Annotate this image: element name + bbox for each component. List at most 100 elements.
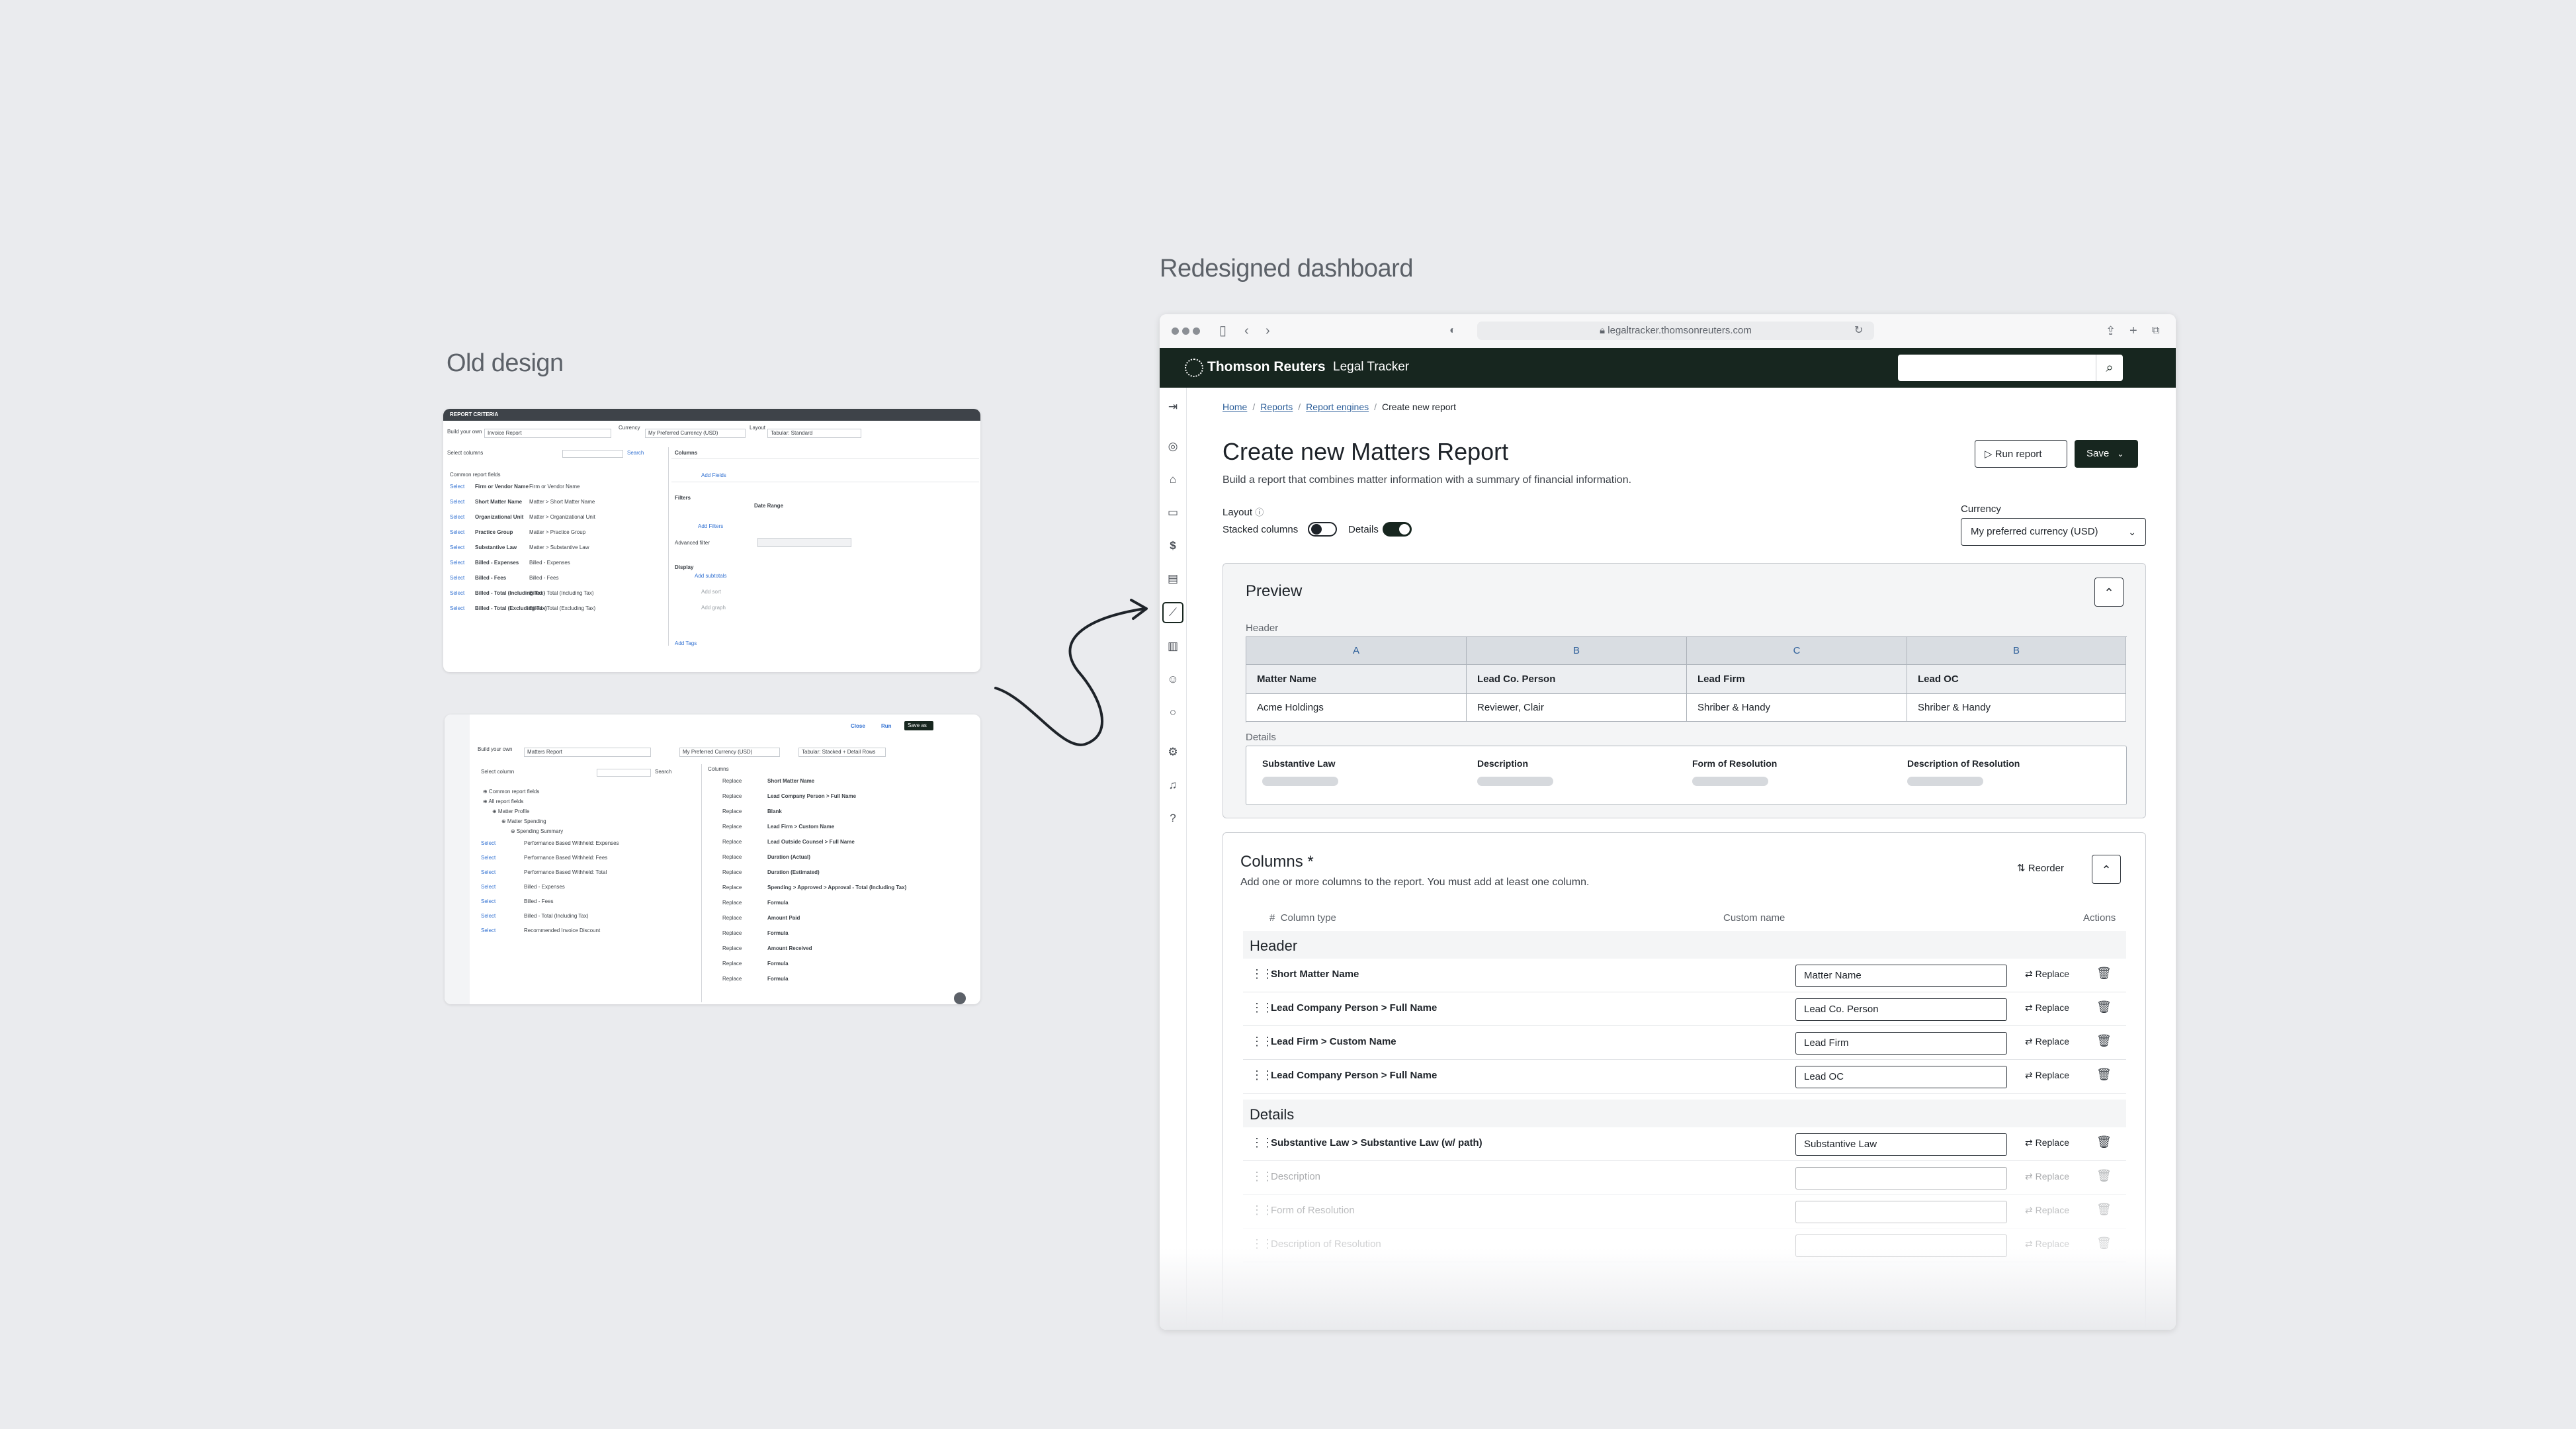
old2-replace-link[interactable]: Replace bbox=[722, 930, 742, 937]
old-run-button[interactable]: Run bbox=[881, 723, 892, 730]
reorder-button[interactable]: ⇅ Reorder bbox=[2017, 862, 2064, 874]
replace-button[interactable]: ⇄ Replace bbox=[2025, 1070, 2069, 1081]
old2-search-input[interactable] bbox=[597, 769, 651, 777]
run-report-button[interactable]: ▷ Run report bbox=[1975, 440, 2067, 468]
info-icon[interactable]: ⓘ bbox=[1255, 507, 1264, 517]
search-icon[interactable]: ⌕ bbox=[2096, 355, 2123, 381]
circle-icon[interactable]: ○ bbox=[1164, 703, 1182, 722]
currency-select[interactable]: My preferred currency (USD) ⌄ bbox=[1961, 518, 2146, 546]
home-icon[interactable]: ⌂ bbox=[1164, 470, 1182, 489]
old-search-input[interactable] bbox=[562, 450, 623, 458]
old2-tree-item[interactable]: ⊕ Matter Profile bbox=[492, 808, 530, 815]
old2-currency-select[interactable]: My Preferred Currency (USD) bbox=[683, 749, 752, 756]
trash-icon[interactable]: 🗑︎ bbox=[2096, 967, 2112, 980]
back-icon[interactable]: ‹ bbox=[1244, 323, 1249, 339]
help-icon[interactable]: ? bbox=[1164, 809, 1182, 828]
old2-search-link[interactable]: Search bbox=[655, 769, 671, 775]
old2-replace-link[interactable]: Replace bbox=[722, 793, 742, 800]
old-add-subtotals[interactable]: Add subtotals bbox=[695, 573, 726, 580]
bell-icon[interactable]: ♫ bbox=[1164, 776, 1182, 795]
old2-replace-link[interactable]: Replace bbox=[722, 824, 742, 830]
replace-button[interactable]: ⇄ Replace bbox=[2025, 1002, 2069, 1014]
old-select-link[interactable]: Select bbox=[450, 544, 464, 551]
old2-replace-link[interactable]: Replace bbox=[722, 885, 742, 891]
old2-replace-link[interactable]: Replace bbox=[722, 808, 742, 815]
old2-select-link[interactable]: Select bbox=[481, 855, 495, 861]
global-search-input[interactable]: ⌕ bbox=[1898, 355, 2123, 381]
save-button[interactable]: Save ⌄ bbox=[2075, 440, 2138, 468]
trash-icon[interactable]: 🗑︎ bbox=[2096, 1135, 2112, 1149]
old-advanced-input[interactable] bbox=[757, 538, 851, 547]
brand-name[interactable]: Thomson Reuters bbox=[1207, 359, 1326, 375]
old2-select-link[interactable]: Select bbox=[481, 840, 495, 847]
custom-name-input[interactable]: Lead Co. Person bbox=[1795, 998, 2007, 1021]
reload-icon[interactable]: ↻ bbox=[1854, 323, 1863, 339]
old-currency-select[interactable]: My Preferred Currency (USD) bbox=[648, 430, 718, 437]
drag-handle-icon[interactable]: ⋮⋮ bbox=[1251, 1068, 1273, 1082]
expand-nav-icon[interactable]: ⇥ bbox=[1164, 398, 1182, 416]
old-save-as-button[interactable]: Save as bbox=[908, 722, 927, 729]
url-bar[interactable]: 🔒︎ legaltracker.thomsonreuters.com bbox=[1477, 322, 1874, 340]
share-icon[interactable]: ⇪ bbox=[2106, 323, 2116, 339]
details-toggle[interactable] bbox=[1383, 522, 1412, 537]
replace-button[interactable]: ⇄ Replace bbox=[2025, 969, 2069, 980]
old-layout-select[interactable]: Tabular: Standard bbox=[771, 430, 812, 437]
trash-icon[interactable]: 🗑︎ bbox=[2096, 1068, 2112, 1082]
old2-select-link[interactable]: Select bbox=[481, 898, 495, 905]
old2-layout-select[interactable]: Tabular: Stacked + Detail Rows bbox=[802, 749, 875, 756]
sidebar-toggle-icon[interactable]: ▯ bbox=[1219, 323, 1226, 339]
old-select-link[interactable]: Select bbox=[450, 590, 464, 597]
forward-icon[interactable]: › bbox=[1266, 323, 1270, 339]
old-select-link[interactable]: Select bbox=[450, 499, 464, 505]
old2-select-link[interactable]: Select bbox=[481, 913, 495, 920]
old2-tree-item[interactable]: ⊕ Matter Spending bbox=[501, 818, 546, 825]
building-icon[interactable]: ▥ bbox=[1164, 637, 1182, 656]
old2-replace-link[interactable]: Replace bbox=[722, 961, 742, 967]
old2-replace-link[interactable]: Replace bbox=[722, 915, 742, 922]
breadcrumb-report-engines[interactable]: Report engines bbox=[1306, 402, 1369, 412]
old-select-link[interactable]: Select bbox=[450, 605, 464, 612]
drag-handle-icon[interactable]: ⋮⋮ bbox=[1251, 1035, 1273, 1049]
old2-replace-link[interactable]: Replace bbox=[722, 854, 742, 861]
old-select-link[interactable]: Select bbox=[450, 560, 464, 566]
replace-button[interactable]: ⇄ Replace bbox=[2025, 1036, 2069, 1047]
profile-icon[interactable]: ◎ bbox=[1164, 437, 1182, 456]
custom-name-input[interactable]: Lead Firm bbox=[1795, 1032, 2007, 1055]
old-add-fields[interactable]: Add Fields bbox=[701, 472, 726, 479]
old2-replace-link[interactable]: Replace bbox=[722, 900, 742, 906]
old2-tree-item[interactable]: ⊕ All report fields bbox=[483, 799, 523, 805]
old2-replace-link[interactable]: Replace bbox=[722, 945, 742, 952]
old-add-sort[interactable]: Add sort bbox=[701, 589, 721, 595]
old2-report-select[interactable]: Matters Report bbox=[527, 749, 562, 756]
old-add-filters[interactable]: Add Filters bbox=[698, 523, 723, 530]
window-maximize-dot[interactable] bbox=[1193, 327, 1200, 335]
old-select-link[interactable]: Select bbox=[450, 484, 464, 490]
drag-handle-icon[interactable]: ⋮⋮ bbox=[1251, 1001, 1273, 1015]
old-select-link[interactable]: Select bbox=[450, 575, 464, 582]
old-search-link[interactable]: Search bbox=[627, 450, 644, 456]
trash-icon[interactable]: 🗑︎ bbox=[2096, 1000, 2112, 1014]
old2-replace-link[interactable]: Replace bbox=[722, 839, 742, 845]
collapse-columns-button[interactable]: ⌃ bbox=[2092, 855, 2121, 884]
custom-name-input[interactable]: Matter Name bbox=[1795, 965, 2007, 987]
old2-select-link[interactable]: Select bbox=[481, 884, 495, 890]
old2-select-link[interactable]: Select bbox=[481, 869, 495, 876]
briefcase-icon[interactable]: ▭ bbox=[1164, 503, 1182, 522]
people-icon[interactable]: ☺ bbox=[1164, 670, 1182, 689]
window-close-dot[interactable] bbox=[1172, 327, 1179, 335]
old-select-link[interactable]: Select bbox=[450, 529, 464, 536]
custom-name-input[interactable]: Lead OC bbox=[1795, 1066, 2007, 1088]
trash-icon[interactable]: 🗑︎ bbox=[2096, 1034, 2112, 1048]
old2-replace-link[interactable]: Replace bbox=[722, 869, 742, 876]
old2-tree-item[interactable]: ⊕ Common report fields bbox=[483, 789, 539, 795]
old-close-button[interactable]: Close bbox=[851, 723, 865, 730]
dollar-icon[interactable]: $ bbox=[1164, 537, 1182, 555]
stacked-columns-toggle[interactable] bbox=[1308, 522, 1337, 537]
book-icon[interactable]: ▤ bbox=[1164, 570, 1182, 588]
collapse-preview-button[interactable]: ⌃ bbox=[2094, 578, 2124, 607]
old2-select-link[interactable]: Select bbox=[481, 928, 495, 934]
old2-tree-item[interactable]: ⊕ Spending Summary bbox=[511, 828, 563, 835]
old-add-tags[interactable]: Add Tags bbox=[675, 640, 697, 647]
tabs-overview-icon[interactable]: ⧉ bbox=[2152, 323, 2159, 339]
new-tab-icon[interactable]: + bbox=[2129, 323, 2137, 339]
